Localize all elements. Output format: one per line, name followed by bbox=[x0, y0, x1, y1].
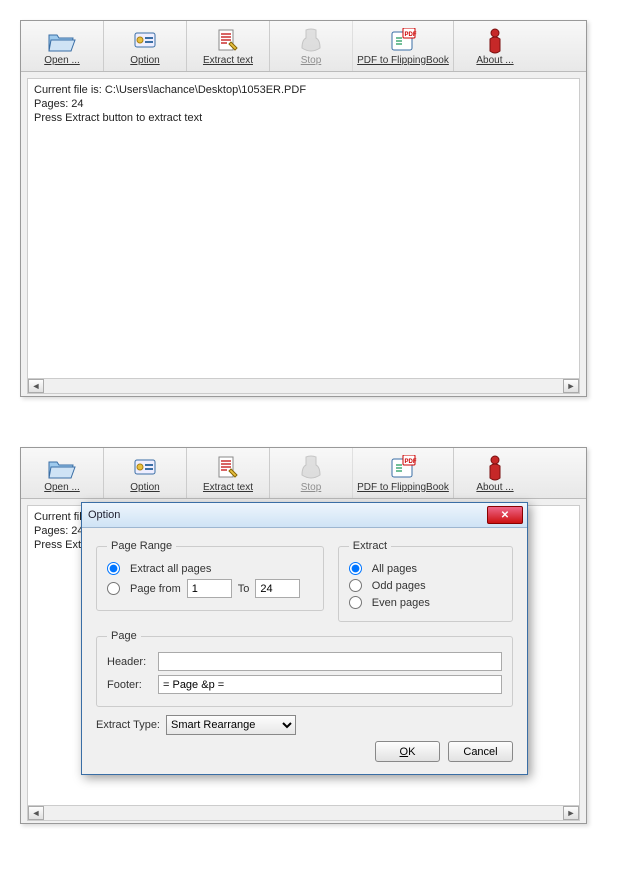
cancel-button[interactable]: Cancel bbox=[448, 741, 513, 762]
option-icon bbox=[130, 27, 160, 55]
odd-pages-label: Odd pages bbox=[372, 580, 426, 592]
page-range-group: Page Range Extract all pages Page from T… bbox=[96, 540, 324, 611]
all-pages-radio[interactable] bbox=[349, 562, 362, 575]
open-button[interactable]: Open ... bbox=[21, 448, 104, 498]
stop-button[interactable]: Stop bbox=[270, 448, 353, 498]
app-window: Open ... Option Extract text Stop PDF PD… bbox=[20, 447, 587, 824]
extract-icon bbox=[215, 454, 241, 482]
log-line: Pages: 24 bbox=[34, 97, 573, 111]
scroll-left-icon[interactable]: ◄ bbox=[28, 806, 44, 820]
folder-icon bbox=[47, 454, 77, 482]
pdf2fb-button[interactable]: PDF PDF to FlippingBook bbox=[353, 448, 454, 498]
footer-label: Footer: bbox=[107, 679, 152, 691]
header-label: Header: bbox=[107, 656, 152, 668]
folder-icon bbox=[47, 27, 77, 55]
page-from-label: Page from bbox=[130, 583, 181, 595]
page-range-legend: Page Range bbox=[107, 540, 176, 552]
close-button[interactable]: ✕ bbox=[487, 506, 523, 524]
app-window: Open ... Option Extract text Stop PDF PD… bbox=[20, 20, 587, 397]
page-to-input[interactable] bbox=[255, 579, 300, 598]
stop-icon bbox=[300, 27, 322, 55]
horizontal-scrollbar[interactable]: ◄ ► bbox=[27, 378, 580, 394]
page-group: Page Header: Footer: bbox=[96, 630, 513, 707]
dialog-title-text: Option bbox=[88, 509, 120, 521]
log-line: Press Extract button to extract text bbox=[34, 111, 573, 125]
extract-button[interactable]: Extract text bbox=[187, 21, 270, 71]
extract-button[interactable]: Extract text bbox=[187, 448, 270, 498]
toolbar: Open ... Option Extract text Stop PDF PD… bbox=[21, 21, 586, 72]
extract-label: Extract text bbox=[203, 482, 253, 493]
pdf2fb-label: PDF to FlippingBook bbox=[357, 55, 449, 66]
extract-all-radio[interactable] bbox=[107, 562, 120, 575]
page-legend: Page bbox=[107, 630, 141, 642]
svg-text:PDF: PDF bbox=[405, 459, 417, 465]
svg-text:PDF: PDF bbox=[405, 32, 417, 38]
dialog-titlebar[interactable]: Option ✕ bbox=[82, 503, 527, 528]
scroll-right-icon[interactable]: ► bbox=[563, 806, 579, 820]
even-pages-label: Even pages bbox=[372, 597, 430, 609]
about-button[interactable]: About ... bbox=[454, 21, 536, 71]
to-label: To bbox=[238, 583, 250, 595]
option-button[interactable]: Option bbox=[104, 21, 187, 71]
extract-icon bbox=[215, 27, 241, 55]
about-button[interactable]: About ... bbox=[454, 448, 536, 498]
log-area: Current file is: C:\Users\lachance\Deskt… bbox=[27, 78, 580, 388]
extract-group: Extract All pages Odd pages Even pages bbox=[338, 540, 513, 622]
page-from-input[interactable] bbox=[187, 579, 232, 598]
all-pages-label: All pages bbox=[372, 563, 417, 575]
ok-button[interactable]: OK bbox=[375, 741, 440, 762]
extract-type-label: Extract Type: bbox=[96, 719, 160, 731]
option-label: Option bbox=[130, 482, 159, 493]
header-input[interactable] bbox=[158, 652, 502, 671]
extract-label: Extract text bbox=[203, 55, 253, 66]
footer-input[interactable] bbox=[158, 675, 502, 694]
extract-legend: Extract bbox=[349, 540, 391, 552]
stop-label: Stop bbox=[301, 55, 322, 66]
pdf-book-icon: PDF bbox=[389, 454, 417, 482]
horizontal-scrollbar[interactable]: ◄ ► bbox=[27, 805, 580, 821]
even-pages-radio[interactable] bbox=[349, 596, 362, 609]
about-icon bbox=[485, 27, 505, 55]
odd-pages-radio[interactable] bbox=[349, 579, 362, 592]
page-from-radio[interactable] bbox=[107, 582, 120, 595]
dialog-body: Page Range Extract all pages Page from T… bbox=[82, 528, 527, 774]
close-icon: ✕ bbox=[501, 510, 509, 521]
option-dialog: Option ✕ Page Range Extract all pages bbox=[81, 502, 528, 775]
log-line: Current file is: C:\Users\lachance\Deskt… bbox=[34, 83, 573, 97]
pdf-book-icon: PDF bbox=[389, 27, 417, 55]
extract-type-select[interactable]: Smart Rearrange bbox=[166, 715, 296, 735]
open-button[interactable]: Open ... bbox=[21, 21, 104, 71]
pdf2fb-label: PDF to FlippingBook bbox=[357, 482, 449, 493]
about-icon bbox=[485, 454, 505, 482]
option-label: Option bbox=[130, 55, 159, 66]
extract-all-label: Extract all pages bbox=[130, 563, 211, 575]
stop-button[interactable]: Stop bbox=[270, 21, 353, 71]
stop-icon bbox=[300, 454, 322, 482]
stop-label: Stop bbox=[301, 482, 322, 493]
scroll-right-icon[interactable]: ► bbox=[563, 379, 579, 393]
open-label: Open ... bbox=[44, 482, 80, 493]
about-label: About ... bbox=[476, 482, 513, 493]
toolbar: Open ... Option Extract text Stop PDF PD… bbox=[21, 448, 586, 499]
scroll-left-icon[interactable]: ◄ bbox=[28, 379, 44, 393]
open-label: Open ... bbox=[44, 55, 80, 66]
option-icon bbox=[130, 454, 160, 482]
option-button[interactable]: Option bbox=[104, 448, 187, 498]
about-label: About ... bbox=[476, 55, 513, 66]
pdf2fb-button[interactable]: PDF PDF to FlippingBook bbox=[353, 21, 454, 71]
